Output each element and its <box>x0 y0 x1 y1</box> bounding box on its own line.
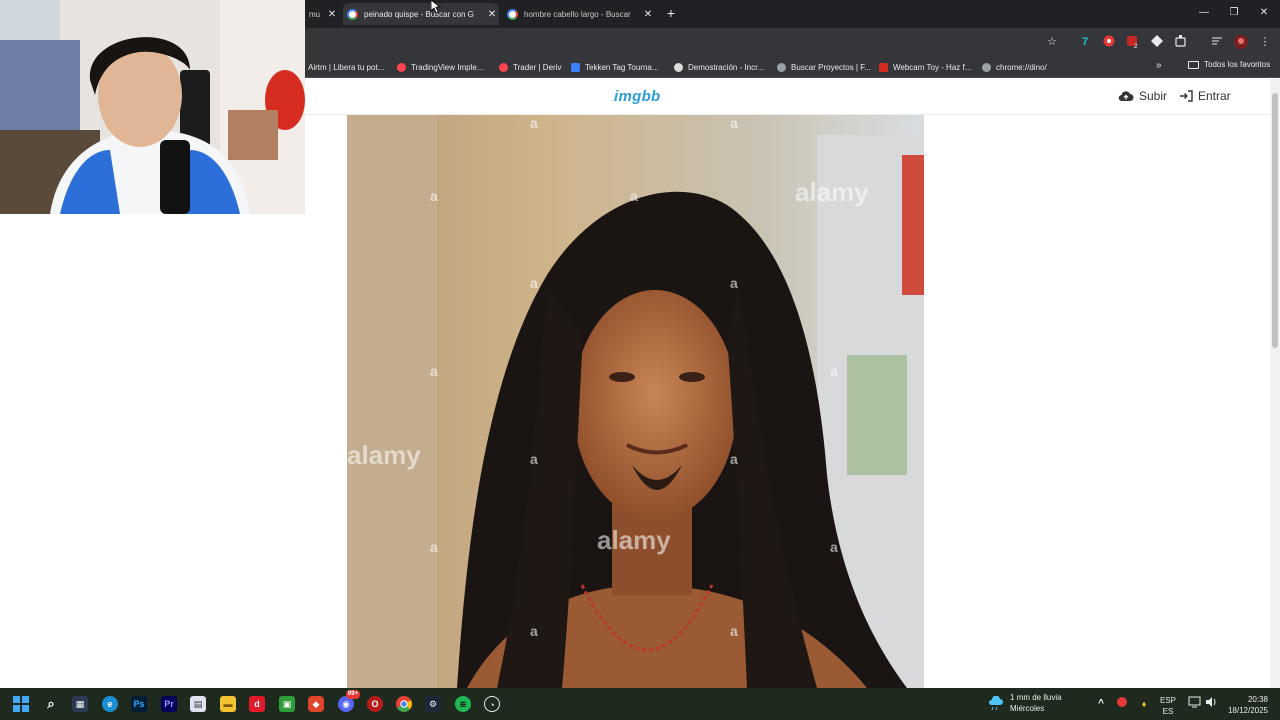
tray-app-icon[interactable] <box>1114 696 1130 712</box>
media-controls-icon[interactable] <box>1210 35 1224 49</box>
extensions-puzzle-icon[interactable] <box>1174 35 1188 49</box>
incr-icon <box>674 62 683 72</box>
login-button[interactable]: Entrar <box>1179 89 1231 103</box>
watermark-alamy: alamy <box>795 177 869 207</box>
webcam-toy-icon <box>879 62 888 72</box>
google-icon <box>507 8 518 20</box>
store-icon[interactable]: ▤ <box>190 696 206 712</box>
bookmark-demostracion[interactable]: Demostración - Incr... <box>674 60 764 74</box>
bookmark-buscar-proyectos[interactable]: Buscar Proyectos | F... <box>777 60 871 74</box>
imgbb-logo[interactable]: imgbb <box>614 88 661 105</box>
photoshop-icon[interactable]: Ps <box>131 696 147 712</box>
bookmark-airtm[interactable]: Airtm | Libera tu pot... <box>308 60 384 74</box>
folder-icon <box>1188 60 1199 69</box>
globe-icon <box>777 62 786 72</box>
scrollbar-thumb[interactable] <box>1272 93 1278 348</box>
deriv-icon <box>499 62 508 72</box>
steam-icon[interactable]: ⚙ <box>425 696 441 712</box>
opera-icon[interactable]: O <box>367 696 383 712</box>
discord-badge: 99+ <box>346 690 360 699</box>
watermark-mark: a <box>430 539 438 555</box>
extension-badge-icon[interactable]: 2 <box>1126 35 1140 50</box>
extension-teal-icon[interactable]: 7 <box>1078 35 1092 49</box>
watermark-alamy: alamy <box>347 440 421 470</box>
premiere-icon[interactable]: Pr <box>161 696 177 712</box>
watermark-mark: a <box>430 363 438 379</box>
network-icon[interactable] <box>1186 696 1202 712</box>
cloud-upload-icon <box>1118 91 1134 102</box>
tab-inactive[interactable]: hombre cabello largo - Buscar ✕ <box>503 3 655 25</box>
globe-icon <box>982 62 991 72</box>
minimize-icon[interactable]: — <box>1196 6 1212 20</box>
windows-start-icon[interactable] <box>13 696 29 712</box>
volume-icon[interactable] <box>1203 696 1219 712</box>
page-scrollbar[interactable] <box>1270 79 1280 688</box>
close-tab-icon[interactable]: ✕ <box>485 9 499 20</box>
close-tab-icon[interactable]: ✕ <box>325 9 339 20</box>
search-icon[interactable]: ⌕ <box>43 696 59 712</box>
uploaded-photo[interactable]: alamy alamy alamy a a a a a a a a a a a … <box>347 115 924 688</box>
watermark-mark: a <box>530 451 538 467</box>
weather-line1: 1 mm de lluvia <box>1010 693 1062 702</box>
webcam-feed-image <box>0 0 305 214</box>
clock[interactable]: 20:38 18/12/2025 <box>1222 694 1268 716</box>
sign-in-icon <box>1180 90 1193 102</box>
bookmark-dino[interactable]: chrome://dino/ <box>982 60 1047 74</box>
bookmark-tradingview[interactable]: TradingView Imple... <box>397 60 483 74</box>
tekken-icon <box>571 62 580 72</box>
weather-line2: Miércoles <box>1010 704 1045 713</box>
clock-time: 20:38 <box>1247 695 1268 704</box>
tab-partial[interactable]: mu ✕ <box>305 3 339 25</box>
bookmark-tekken[interactable]: Tekken Tag Tourna... <box>571 60 659 74</box>
extension-diamond-icon[interactable] <box>1150 35 1164 49</box>
weather-widget[interactable]: 1 mm de lluvia Miércoles <box>988 692 1062 714</box>
language-indicator[interactable]: ESP ES <box>1159 695 1177 717</box>
mouse-cursor-icon <box>431 0 441 14</box>
google-icon <box>347 8 358 20</box>
upload-button[interactable]: Subir <box>1118 89 1167 103</box>
chrome-menu-icon[interactable]: ⋮ <box>1258 35 1272 49</box>
watermark-mark: a <box>730 623 738 639</box>
all-bookmarks-folder[interactable]: Todos los favoritos <box>1188 60 1270 69</box>
bookmark-star-icon[interactable]: ☆ <box>1045 35 1059 49</box>
more-bookmarks-icon[interactable]: » <box>1156 60 1162 71</box>
extension-red-icon[interactable] <box>1102 35 1116 49</box>
edge-icon[interactable]: e <box>102 696 118 712</box>
microphone-icon[interactable]: ♦ <box>1136 696 1152 712</box>
obs-icon[interactable]: ◔ <box>484 696 500 712</box>
new-tab-icon[interactable]: + <box>664 6 678 20</box>
brave-icon[interactable]: ◆ <box>308 696 324 712</box>
watermark-mark: a <box>530 115 538 131</box>
svg-text:2: 2 <box>1134 44 1138 49</box>
watermark-mark: a <box>530 275 538 291</box>
deriv-app-icon[interactable]: d <box>249 696 265 712</box>
deriv-icon <box>397 62 406 72</box>
spotify-icon[interactable]: ≋ <box>455 696 471 712</box>
watermark-alamy: alamy <box>597 525 671 555</box>
watermark-mark: a <box>530 623 538 639</box>
bookmark-deriv[interactable]: Trader | Deriv <box>499 60 561 74</box>
tab-active[interactable]: peinado quispe - Buscar con G ✕ <box>343 3 499 25</box>
chrome-icon[interactable] <box>396 696 412 712</box>
watermark-mark: a <box>430 188 438 204</box>
watermark-mark: a <box>830 539 838 555</box>
close-window-icon[interactable]: ✕ <box>1256 6 1272 20</box>
bookmark-webcam-toy[interactable]: Webcam Toy - Haz f... <box>879 60 971 74</box>
tray-expand-icon[interactable]: ^ <box>1093 696 1109 712</box>
watermark-mark: a <box>630 188 638 204</box>
watermark-mark: a <box>730 275 738 291</box>
minecraft-icon[interactable]: ▣ <box>279 696 295 712</box>
close-tab-icon[interactable]: ✕ <box>641 9 655 20</box>
watermark-mark: a <box>730 451 738 467</box>
windows-taskbar: ⌕ ▦ e Ps Pr ▤ ▬ d ▣ ◆ ◉ 99+ O ⚙ ≋ ◔ 1 mm… <box>0 688 1280 720</box>
restore-icon[interactable]: ❐ <box>1226 6 1242 20</box>
watermark-mark: a <box>730 115 738 131</box>
clock-date: 18/12/2025 <box>1227 706 1268 715</box>
rain-cloud-icon <box>988 696 1003 710</box>
task-view-icon[interactable]: ▦ <box>72 696 88 712</box>
profile-avatar-icon[interactable] <box>1234 35 1248 49</box>
watermark-mark: a <box>830 363 838 379</box>
file-explorer-icon[interactable]: ▬ <box>220 696 236 712</box>
webcam-overlay <box>0 0 305 214</box>
